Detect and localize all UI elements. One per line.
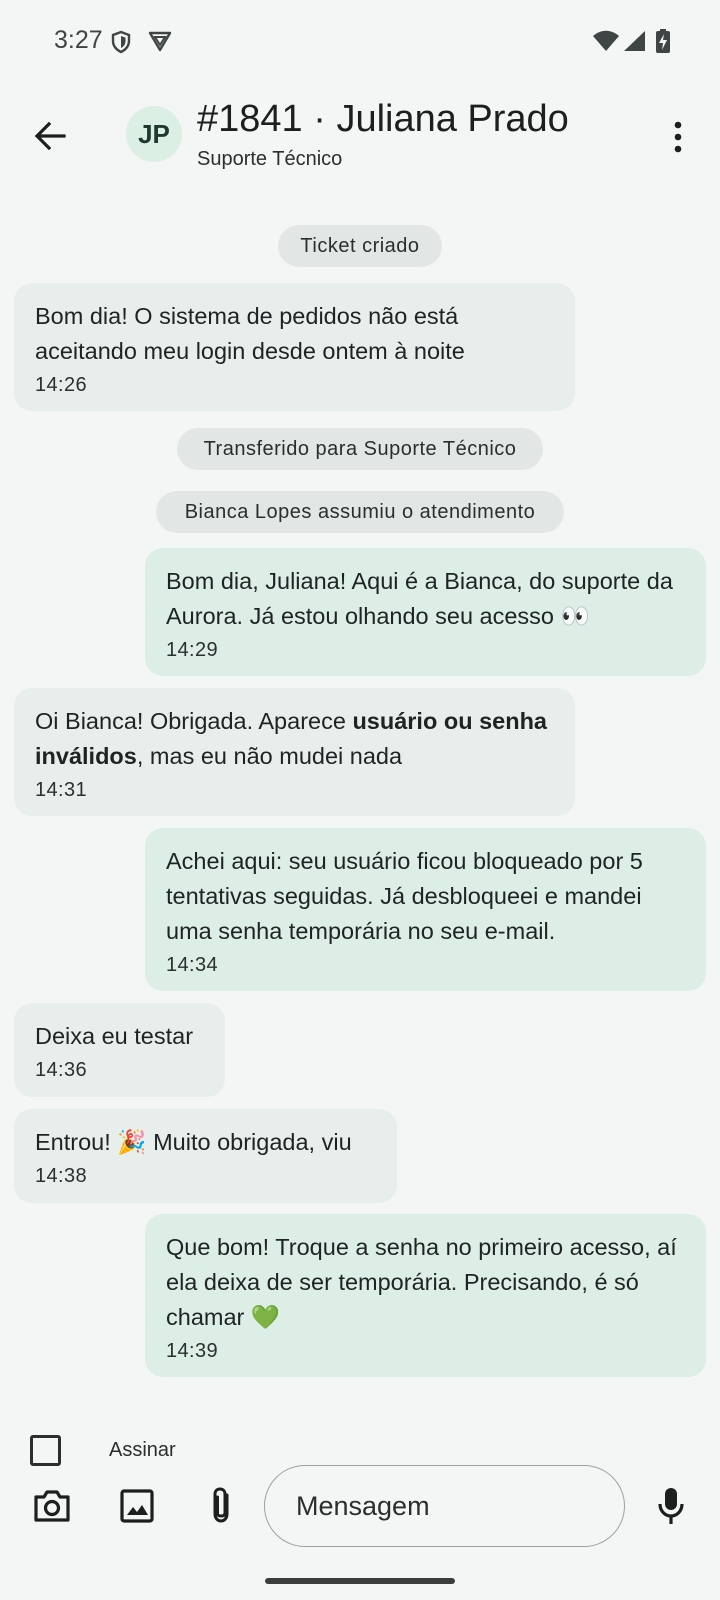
chat-subtitle: Suporte Técnico	[197, 148, 343, 170]
back-button[interactable]	[28, 114, 72, 158]
message-time: 14:26	[35, 374, 88, 396]
message-text: Bom dia, Juliana! Aqui é a Bianca, do su…	[166, 568, 673, 629]
attach-button[interactable]	[197, 1482, 245, 1530]
message-time: 14:29	[166, 639, 219, 661]
battery-charging-icon	[655, 29, 671, 58]
status-bar: 3:27	[0, 0, 720, 84]
message-time: 14:34	[166, 954, 219, 976]
avatar[interactable]: JP	[126, 106, 182, 162]
more-vertical-icon	[674, 121, 682, 153]
event-chip-ticket-created: Ticket criado	[278, 225, 442, 267]
message-text: Deixa eu testar	[35, 1023, 194, 1049]
message-text: Que bom! Troque a senha no primeiro aces…	[166, 1234, 677, 1330]
message-text: Entrou! 🎉 Muito obrigada, viu	[35, 1129, 352, 1155]
status-time: 3:27	[54, 26, 103, 54]
message-bubble-outgoing[interactable]: Que bom! Troque a senha no primeiro aces…	[145, 1214, 706, 1377]
camera-button[interactable]	[28, 1482, 76, 1530]
message-text: Bom dia! O sistema de pedidos não está a…	[35, 303, 465, 364]
message-time: 14:31	[35, 779, 88, 801]
event-chip-assigned: Bianca Lopes assumiu o atendimento	[156, 491, 564, 533]
message-bubble-outgoing[interactable]: Achei aqui: seu usuário ficou bloqueado …	[145, 828, 706, 991]
microphone-button[interactable]	[647, 1482, 695, 1530]
message-bubble-outgoing[interactable]: Bom dia, Juliana! Aqui é a Bianca, do su…	[145, 548, 706, 676]
wifi-icon	[592, 30, 620, 57]
message-time: 14:36	[35, 1059, 88, 1081]
home-indicator[interactable]	[265, 1578, 455, 1584]
paperclip-icon	[213, 1487, 229, 1523]
chat-title: #1841 · Juliana Prado	[197, 98, 569, 140]
microphone-icon	[658, 1488, 684, 1524]
more-options-button[interactable]	[658, 112, 698, 162]
message-bubble-incoming[interactable]: Bom dia! O sistema de pedidos não está a…	[14, 283, 575, 411]
message-input[interactable]	[264, 1465, 625, 1547]
arrow-left-icon	[34, 121, 66, 151]
message-time: 14:39	[166, 1340, 219, 1362]
vpn-icon	[148, 30, 172, 57]
sign-label: Assinar	[109, 1439, 176, 1461]
message-bubble-incoming[interactable]: Entrou! 🎉 Muito obrigada, viu 14:38	[14, 1109, 397, 1203]
message-text: Achei aqui: seu usuário ficou bloqueado …	[166, 848, 643, 944]
sign-checkbox[interactable]	[30, 1435, 61, 1466]
message-text: Oi Bianca! Obrigada. Aparece usuário ou …	[35, 708, 548, 769]
chat-header: JP #1841 · Juliana Prado Suporte Técnico	[0, 90, 720, 180]
gallery-button[interactable]	[113, 1482, 161, 1530]
message-bubble-incoming[interactable]: Oi Bianca! Obrigada. Aparece usuário ou …	[14, 688, 575, 816]
event-chip-transferred: Transferido para Suporte Técnico	[177, 428, 543, 470]
message-bubble-incoming[interactable]: Deixa eu testar 14:36	[14, 1003, 225, 1097]
camera-icon	[34, 1490, 70, 1522]
signal-icon	[622, 30, 646, 57]
shield-icon	[110, 30, 132, 59]
message-time: 14:38	[35, 1165, 88, 1187]
image-icon	[120, 1489, 154, 1523]
